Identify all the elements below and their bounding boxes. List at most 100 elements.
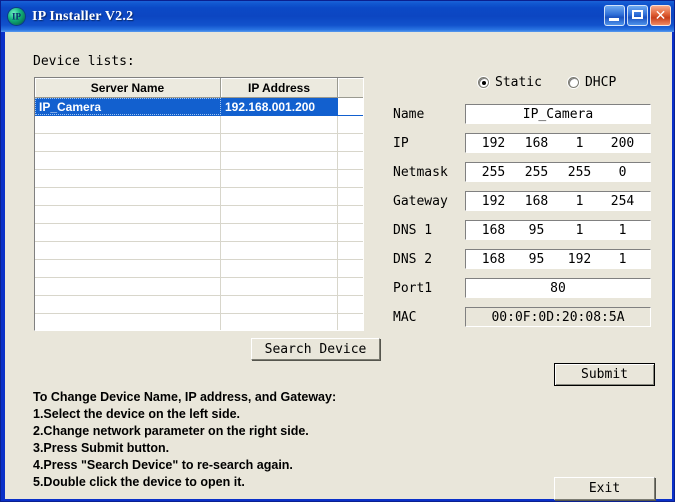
device-row-server-name bbox=[35, 260, 221, 277]
instruction-line-6: 5.Double click the device to open it. bbox=[33, 475, 245, 489]
field-label-port1: Port1 bbox=[393, 280, 433, 296]
instructions-block: To Change Device Name, IP address, and G… bbox=[33, 389, 453, 491]
table-row[interactable] bbox=[35, 170, 363, 188]
device-row-extra bbox=[338, 206, 363, 223]
octet-2[interactable]: 168 bbox=[515, 194, 558, 209]
field-label-netmask: Netmask bbox=[393, 164, 448, 180]
field-input-ip[interactable]: 192 168 1 200 bbox=[465, 133, 651, 153]
table-row[interactable] bbox=[35, 314, 363, 330]
field-input-dns-2[interactable]: 168 95 192 1 bbox=[465, 249, 651, 269]
device-row-server-name bbox=[35, 152, 221, 169]
octet-1[interactable]: 192 bbox=[472, 136, 515, 151]
device-row-server-name bbox=[35, 224, 221, 241]
table-row[interactable] bbox=[35, 116, 363, 134]
octet-1[interactable]: 192 bbox=[472, 194, 515, 209]
device-row-extra bbox=[338, 242, 363, 259]
search-device-button[interactable]: Search Device bbox=[251, 338, 380, 360]
field-input-port1[interactable]: 80 bbox=[465, 278, 651, 298]
dialog-client-area: Device lists: Server Name IP Address IP_… bbox=[5, 32, 672, 500]
table-row[interactable] bbox=[35, 296, 363, 314]
radio-static[interactable]: Static bbox=[478, 75, 542, 90]
octet-3[interactable]: 255 bbox=[558, 165, 601, 180]
column-header-ip-address[interactable]: IP Address bbox=[221, 78, 338, 98]
octet-2[interactable]: 95 bbox=[515, 252, 558, 267]
minimize-button[interactable] bbox=[604, 5, 625, 26]
table-row[interactable] bbox=[35, 152, 363, 170]
table-row[interactable] bbox=[35, 206, 363, 224]
instruction-line-2: 1.Select the device on the left side. bbox=[33, 407, 241, 421]
field-label-gateway: Gateway bbox=[393, 193, 448, 209]
field-label-ip: IP bbox=[393, 135, 409, 151]
device-row-ip-address bbox=[221, 116, 338, 133]
device-row-ip-address bbox=[221, 260, 338, 277]
device-row-extra bbox=[338, 278, 363, 295]
table-header-row: Server Name IP Address bbox=[35, 78, 363, 98]
close-button[interactable] bbox=[650, 5, 671, 26]
column-header-server-name[interactable]: Server Name bbox=[35, 78, 221, 98]
field-input-gateway[interactable]: 192 168 1 254 bbox=[465, 191, 651, 211]
field-label-name: Name bbox=[393, 106, 425, 122]
device-row-server-name bbox=[35, 134, 221, 151]
table-row[interactable] bbox=[35, 278, 363, 296]
titlebar-button-group bbox=[604, 5, 671, 26]
device-row-ip-address bbox=[221, 296, 338, 313]
octet-4[interactable]: 1 bbox=[601, 252, 644, 267]
instruction-line-4: 3.Press Submit button. bbox=[33, 441, 170, 455]
octet-4[interactable]: 254 bbox=[601, 194, 644, 209]
device-row-server-name bbox=[35, 170, 221, 187]
device-row-extra bbox=[338, 224, 363, 241]
table-row[interactable]: IP_Camera 192.168.001.200 bbox=[35, 98, 363, 116]
ip-globe-icon bbox=[8, 8, 25, 25]
instruction-line-1: To Change Device Name, IP address, and G… bbox=[33, 390, 337, 404]
octet-4[interactable]: 200 bbox=[601, 136, 644, 151]
submit-button[interactable]: Submit bbox=[554, 363, 655, 386]
radio-dhcp-label: DHCP bbox=[584, 75, 617, 90]
octet-2[interactable]: 255 bbox=[515, 165, 558, 180]
window-titlebar[interactable]: IP Installer V2.2 bbox=[1, 1, 674, 32]
device-row-ip-address: 192.168.001.200 bbox=[221, 98, 338, 115]
radio-static-icon bbox=[478, 77, 489, 88]
octet-3[interactable]: 1 bbox=[558, 136, 601, 151]
octet-4[interactable]: 1 bbox=[601, 223, 644, 238]
column-header-extra[interactable] bbox=[338, 78, 363, 98]
device-row-extra bbox=[338, 98, 363, 115]
octet-1[interactable]: 255 bbox=[472, 165, 515, 180]
octet-1[interactable]: 168 bbox=[472, 223, 515, 238]
radio-dhcp[interactable]: DHCP bbox=[567, 75, 617, 90]
octet-4[interactable]: 0 bbox=[601, 165, 644, 180]
table-row[interactable] bbox=[35, 224, 363, 242]
table-row[interactable] bbox=[35, 260, 363, 278]
device-row-server-name bbox=[35, 278, 221, 295]
field-label-dns-1: DNS 1 bbox=[393, 222, 433, 238]
maximize-button[interactable] bbox=[627, 5, 648, 26]
octet-2[interactable]: 95 bbox=[515, 223, 558, 238]
octet-2[interactable]: 168 bbox=[515, 136, 558, 151]
window-title: IP Installer V2.2 bbox=[32, 8, 134, 24]
exit-button[interactable]: Exit bbox=[554, 477, 655, 500]
device-row-ip-address bbox=[221, 314, 338, 330]
ip-installer-window: IP Installer V2.2 Device lists: Server N… bbox=[0, 0, 675, 502]
field-row-name: Name IP_Camera bbox=[393, 104, 651, 124]
field-label-mac: MAC bbox=[393, 309, 417, 325]
octet-3[interactable]: 1 bbox=[558, 194, 601, 209]
device-row-server-name: IP_Camera bbox=[35, 98, 221, 115]
device-row-server-name bbox=[35, 188, 221, 205]
field-row-dns-1: DNS 1 168 95 1 1 bbox=[393, 220, 651, 240]
device-row-extra bbox=[338, 314, 363, 330]
table-row[interactable] bbox=[35, 188, 363, 206]
instruction-line-5: 4.Press ʺSearch Deviceʺ to re-search aga… bbox=[33, 458, 293, 472]
octet-3[interactable]: 192 bbox=[558, 252, 601, 267]
table-row[interactable] bbox=[35, 134, 363, 152]
device-row-extra bbox=[338, 152, 363, 169]
table-row[interactable] bbox=[35, 242, 363, 260]
device-row-extra bbox=[338, 170, 363, 187]
field-row-port1: Port1 80 bbox=[393, 278, 651, 298]
device-list-table[interactable]: Server Name IP Address IP_Camera 192.168.… bbox=[34, 77, 364, 331]
field-row-netmask: Netmask 255 255 255 0 bbox=[393, 162, 651, 182]
device-row-ip-address bbox=[221, 152, 338, 169]
field-input-netmask[interactable]: 255 255 255 0 bbox=[465, 162, 651, 182]
octet-1[interactable]: 168 bbox=[472, 252, 515, 267]
octet-3[interactable]: 1 bbox=[558, 223, 601, 238]
field-input-dns-1[interactable]: 168 95 1 1 bbox=[465, 220, 651, 240]
field-input-name[interactable]: IP_Camera bbox=[465, 104, 651, 124]
